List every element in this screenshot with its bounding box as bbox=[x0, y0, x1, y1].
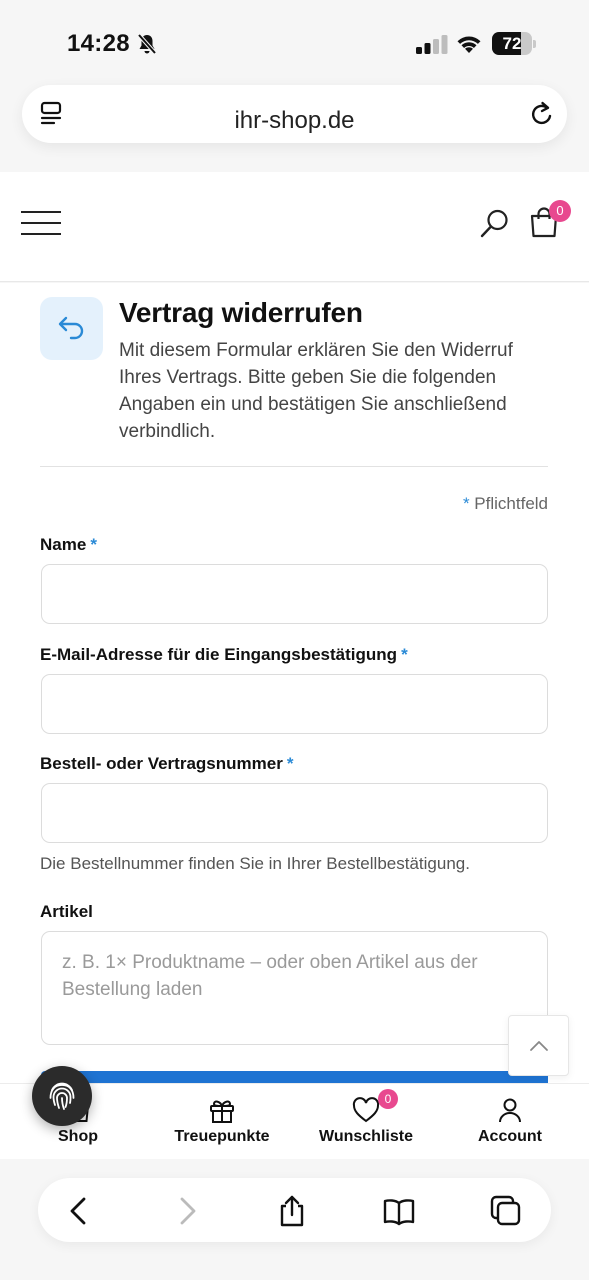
url-text[interactable]: ihr-shop.de bbox=[22, 107, 567, 135]
status-bar: 14:28 72 bbox=[0, 0, 589, 86]
battery-icon: 72 bbox=[492, 32, 536, 55]
undo-arrow-icon bbox=[58, 316, 84, 340]
nav-item-treuepunkte[interactable]: Treuepunkte bbox=[152, 1084, 292, 1160]
back-icon[interactable] bbox=[62, 1194, 96, 1228]
menu-icon[interactable] bbox=[20, 210, 62, 236]
heart-icon bbox=[352, 1097, 380, 1123]
share-icon[interactable] bbox=[275, 1194, 309, 1228]
nav-label-wunschliste: Wunschliste bbox=[319, 1128, 413, 1145]
bookmarks-icon[interactable] bbox=[382, 1194, 416, 1228]
wishlist-count-badge: 0 bbox=[378, 1089, 398, 1109]
order-number-label: Bestell- oder Vertragsnummer * bbox=[40, 754, 294, 773]
wifi-icon bbox=[457, 36, 481, 53]
shop-header: 0 bbox=[0, 172, 589, 282]
reload-icon[interactable] bbox=[529, 100, 555, 128]
nav-label-account: Account bbox=[478, 1128, 542, 1145]
email-field[interactable] bbox=[41, 674, 548, 734]
articles-label: Artikel bbox=[40, 902, 93, 921]
signal-icon bbox=[416, 35, 448, 54]
scroll-to-top-button[interactable] bbox=[508, 1015, 569, 1076]
nav-label-shop: Shop bbox=[58, 1128, 98, 1145]
user-icon bbox=[499, 1098, 521, 1123]
order-number-field[interactable] bbox=[41, 783, 548, 843]
order-number-help: Die Bestellnummer finden Sie in Ihrer Be… bbox=[40, 854, 470, 873]
gift-icon bbox=[210, 1100, 234, 1123]
submit-button[interactable] bbox=[41, 1071, 548, 1083]
divider bbox=[40, 466, 548, 467]
fingerprint-icon bbox=[49, 1082, 75, 1110]
required-note: * Pflichtfeld bbox=[462, 494, 548, 513]
nav-item-account[interactable]: Account bbox=[440, 1084, 580, 1160]
articles-textarea[interactable]: z. B. 1× Produktname – oder oben Artikel… bbox=[41, 931, 548, 1045]
nav-label-treuepunkte: Treuepunkte bbox=[174, 1128, 270, 1145]
fingerprint-button[interactable] bbox=[32, 1066, 92, 1126]
tabs-icon[interactable] bbox=[489, 1194, 523, 1228]
bell-slash-icon bbox=[137, 33, 157, 55]
name-field[interactable] bbox=[41, 564, 548, 624]
chevron-up-icon bbox=[530, 1041, 548, 1051]
address-bar[interactable]: ihr-shop.de bbox=[22, 85, 567, 143]
search-icon[interactable] bbox=[480, 208, 510, 238]
status-time: 14:28 bbox=[67, 30, 130, 57]
form-intro: Mit diesem Formular erklären Sie den Wid… bbox=[119, 340, 513, 442]
cart-count-badge: 0 bbox=[549, 200, 571, 222]
page-title: Vertrag widerrufen bbox=[119, 297, 363, 328]
back-button[interactable] bbox=[40, 297, 103, 360]
browser-toolbar bbox=[38, 1178, 551, 1242]
forward-icon[interactable] bbox=[170, 1194, 204, 1228]
email-label: E-Mail-Adresse für die Eingangsbestätigu… bbox=[40, 645, 408, 664]
nav-item-wunschliste[interactable]: 0 Wunschliste bbox=[296, 1084, 436, 1160]
browser-toolbar-area bbox=[0, 1159, 589, 1280]
withdrawal-form: Vertrag widerrufen Mit diesem Formular e… bbox=[0, 283, 589, 1083]
name-label: Name * bbox=[40, 535, 97, 554]
battery-level: 72 bbox=[502, 34, 522, 53]
